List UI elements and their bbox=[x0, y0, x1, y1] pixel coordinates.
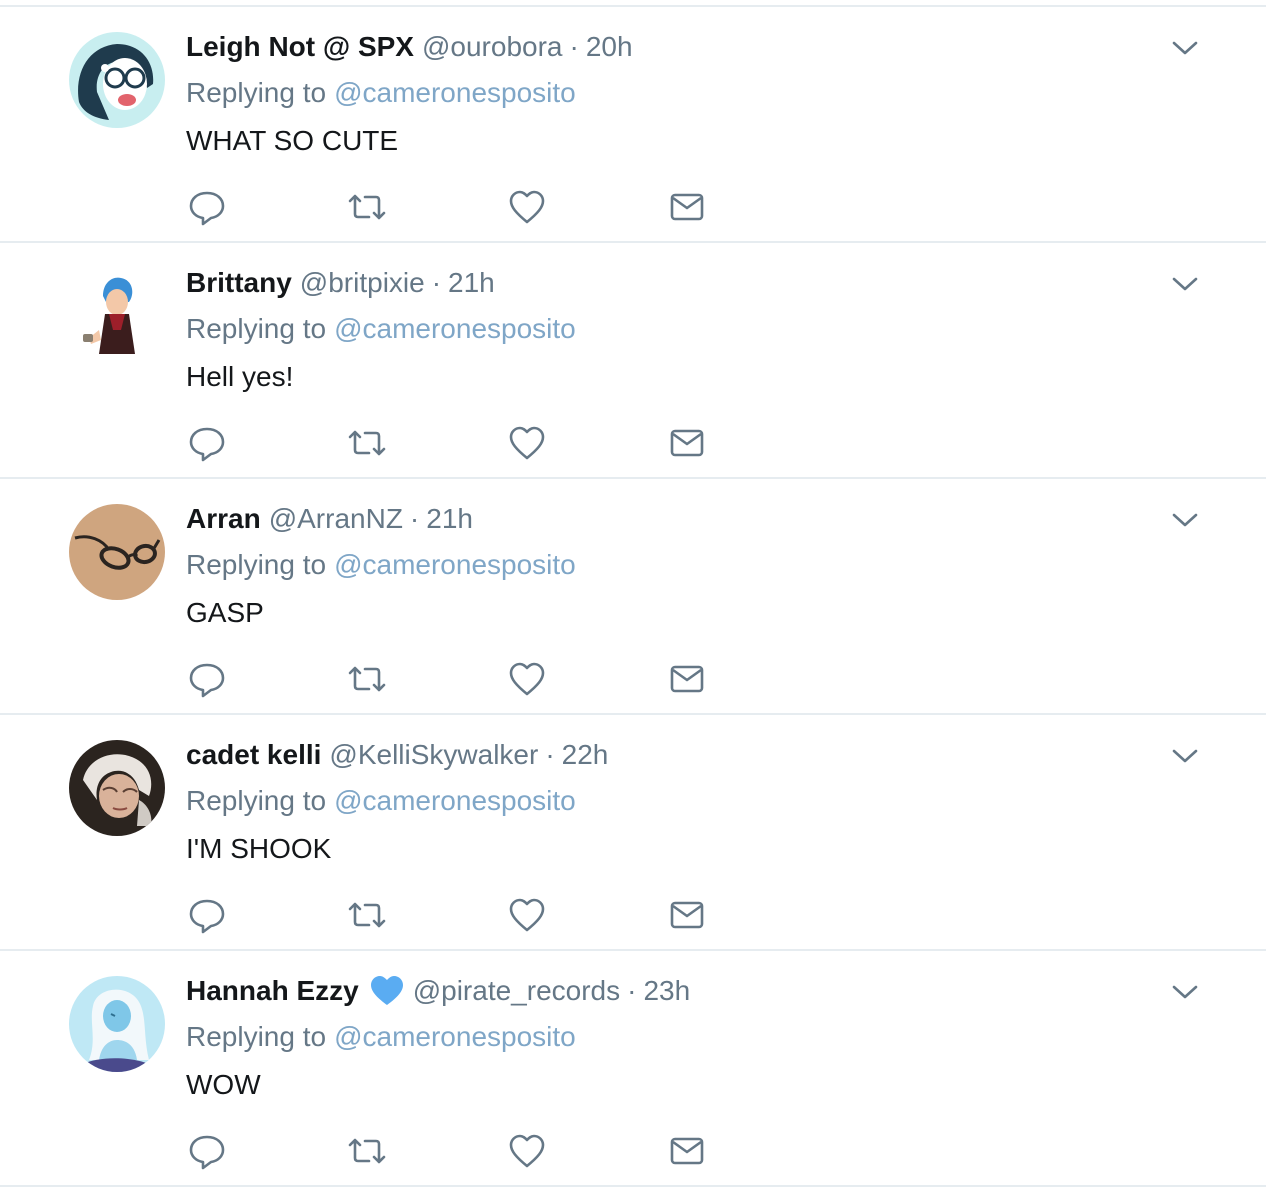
reply-icon[interactable] bbox=[186, 423, 228, 463]
replying-to-label: Replying to bbox=[186, 313, 327, 344]
tweet[interactable]: Brittany @britpixie · 21h Replying to @ca… bbox=[0, 243, 1266, 479]
user-handle[interactable]: @ArranNZ bbox=[269, 503, 403, 535]
user-handle[interactable]: @KelliSkywalker bbox=[329, 739, 538, 771]
replying-to: Replying to @cameronesposito bbox=[186, 77, 576, 109]
like-icon[interactable] bbox=[506, 895, 548, 935]
retweet-icon[interactable] bbox=[346, 1131, 388, 1171]
like-icon[interactable] bbox=[506, 1131, 548, 1171]
tweet-text: WOW bbox=[186, 1069, 261, 1100]
display-name[interactable]: Hannah Ezzy bbox=[186, 975, 359, 1007]
separator-dot: · bbox=[409, 503, 420, 534]
retweet-icon[interactable] bbox=[346, 187, 388, 227]
reply-mention-link[interactable]: @cameronesposito bbox=[334, 549, 576, 580]
tweet-text: WHAT SO CUTE bbox=[186, 125, 399, 156]
user-handle[interactable]: @ourobora bbox=[422, 31, 563, 63]
reply-mention-link[interactable]: @cameronesposito bbox=[334, 77, 576, 108]
display-name[interactable]: Brittany bbox=[186, 267, 292, 299]
like-icon[interactable] bbox=[506, 659, 548, 699]
like-icon[interactable] bbox=[506, 187, 548, 227]
chevron-down-icon[interactable] bbox=[1168, 267, 1202, 301]
tweet[interactable]: cadet kelli @KelliSkywalker · 22h Replyi… bbox=[0, 715, 1266, 951]
reply-icon[interactable] bbox=[186, 659, 228, 699]
reply-mention-link[interactable]: @cameronesposito bbox=[334, 1021, 576, 1052]
direct-message-icon[interactable] bbox=[666, 895, 708, 935]
direct-message-icon[interactable] bbox=[666, 187, 708, 227]
retweet-icon[interactable] bbox=[346, 423, 388, 463]
direct-message-icon[interactable] bbox=[666, 1131, 708, 1171]
timestamp[interactable]: 23h bbox=[643, 975, 690, 1007]
user-handle[interactable]: @britpixie bbox=[300, 267, 425, 299]
replies-feed: Leigh Not @ SPX @ourobora · 20h Replying… bbox=[0, 7, 1266, 1187]
chevron-down-icon[interactable] bbox=[1168, 503, 1202, 537]
timestamp[interactable]: 20h bbox=[586, 31, 633, 63]
avatar[interactable] bbox=[69, 32, 165, 128]
reply-icon[interactable] bbox=[186, 1131, 228, 1171]
separator-dot: · bbox=[545, 739, 555, 770]
replying-to: Replying to @cameronesposito bbox=[186, 1021, 576, 1053]
chevron-down-icon[interactable] bbox=[1168, 739, 1202, 773]
replying-to: Replying to @cameronesposito bbox=[186, 785, 576, 817]
display-name[interactable]: cadet kelli bbox=[186, 739, 321, 771]
blue-heart-icon bbox=[369, 975, 405, 1007]
tweet-header: cadet kelli @KelliSkywalker · 22h bbox=[186, 737, 608, 773]
reply-mention-link[interactable]: @cameronesposito bbox=[334, 785, 576, 816]
user-handle[interactable]: @pirate_records bbox=[413, 975, 620, 1007]
display-name[interactable]: Arran bbox=[186, 503, 261, 535]
separator-dot: · bbox=[627, 975, 637, 1006]
tweet[interactable]: Hannah Ezzy @pirate_records · 23h Replyi… bbox=[0, 951, 1266, 1187]
avatar[interactable] bbox=[69, 504, 165, 600]
reply-icon[interactable] bbox=[186, 895, 228, 935]
like-icon[interactable] bbox=[506, 423, 548, 463]
replying-to-label: Replying to bbox=[186, 785, 327, 816]
display-name[interactable]: Leigh Not @ SPX bbox=[186, 31, 414, 63]
tweet[interactable]: Arran @ArranNZ · 21h Replying to @cameron… bbox=[0, 479, 1266, 715]
retweet-icon[interactable] bbox=[346, 659, 388, 699]
avatar[interactable] bbox=[69, 976, 165, 1072]
tweet[interactable]: Leigh Not @ SPX @ourobora · 20h Replying… bbox=[0, 7, 1266, 243]
avatar[interactable] bbox=[69, 268, 165, 364]
tweet-header: Arran @ArranNZ · 21h bbox=[186, 501, 473, 537]
replying-to-label: Replying to bbox=[186, 549, 327, 580]
tweet-header: Leigh Not @ SPX @ourobora · 20h bbox=[186, 29, 633, 65]
replying-to: Replying to @cameronesposito bbox=[186, 549, 576, 581]
replying-to-label: Replying to bbox=[186, 77, 327, 108]
retweet-icon[interactable] bbox=[346, 895, 388, 935]
timestamp[interactable]: 22h bbox=[562, 739, 609, 771]
tweet-header: Hannah Ezzy @pirate_records · 23h bbox=[186, 973, 690, 1009]
reply-icon[interactable] bbox=[186, 187, 228, 227]
replying-to: Replying to @cameronesposito bbox=[186, 313, 576, 345]
chevron-down-icon[interactable] bbox=[1168, 975, 1202, 1009]
separator-dot: · bbox=[431, 267, 442, 298]
feed-top-divider bbox=[0, 0, 1266, 7]
replying-to-label: Replying to bbox=[186, 1021, 327, 1052]
separator-dot: · bbox=[569, 31, 579, 62]
direct-message-icon[interactable] bbox=[666, 423, 708, 463]
tweet-header: Brittany @britpixie · 21h bbox=[186, 265, 495, 301]
timestamp[interactable]: 21h bbox=[426, 503, 473, 535]
reply-mention-link[interactable]: @cameronesposito bbox=[334, 313, 576, 344]
tweet-text: GASP bbox=[186, 597, 264, 628]
timestamp[interactable]: 21h bbox=[448, 267, 495, 299]
tweet-text: I'M SHOOK bbox=[186, 833, 332, 864]
direct-message-icon[interactable] bbox=[666, 659, 708, 699]
avatar[interactable] bbox=[69, 740, 165, 836]
chevron-down-icon[interactable] bbox=[1168, 31, 1202, 65]
tweet-text: Hell yes! bbox=[186, 361, 294, 392]
